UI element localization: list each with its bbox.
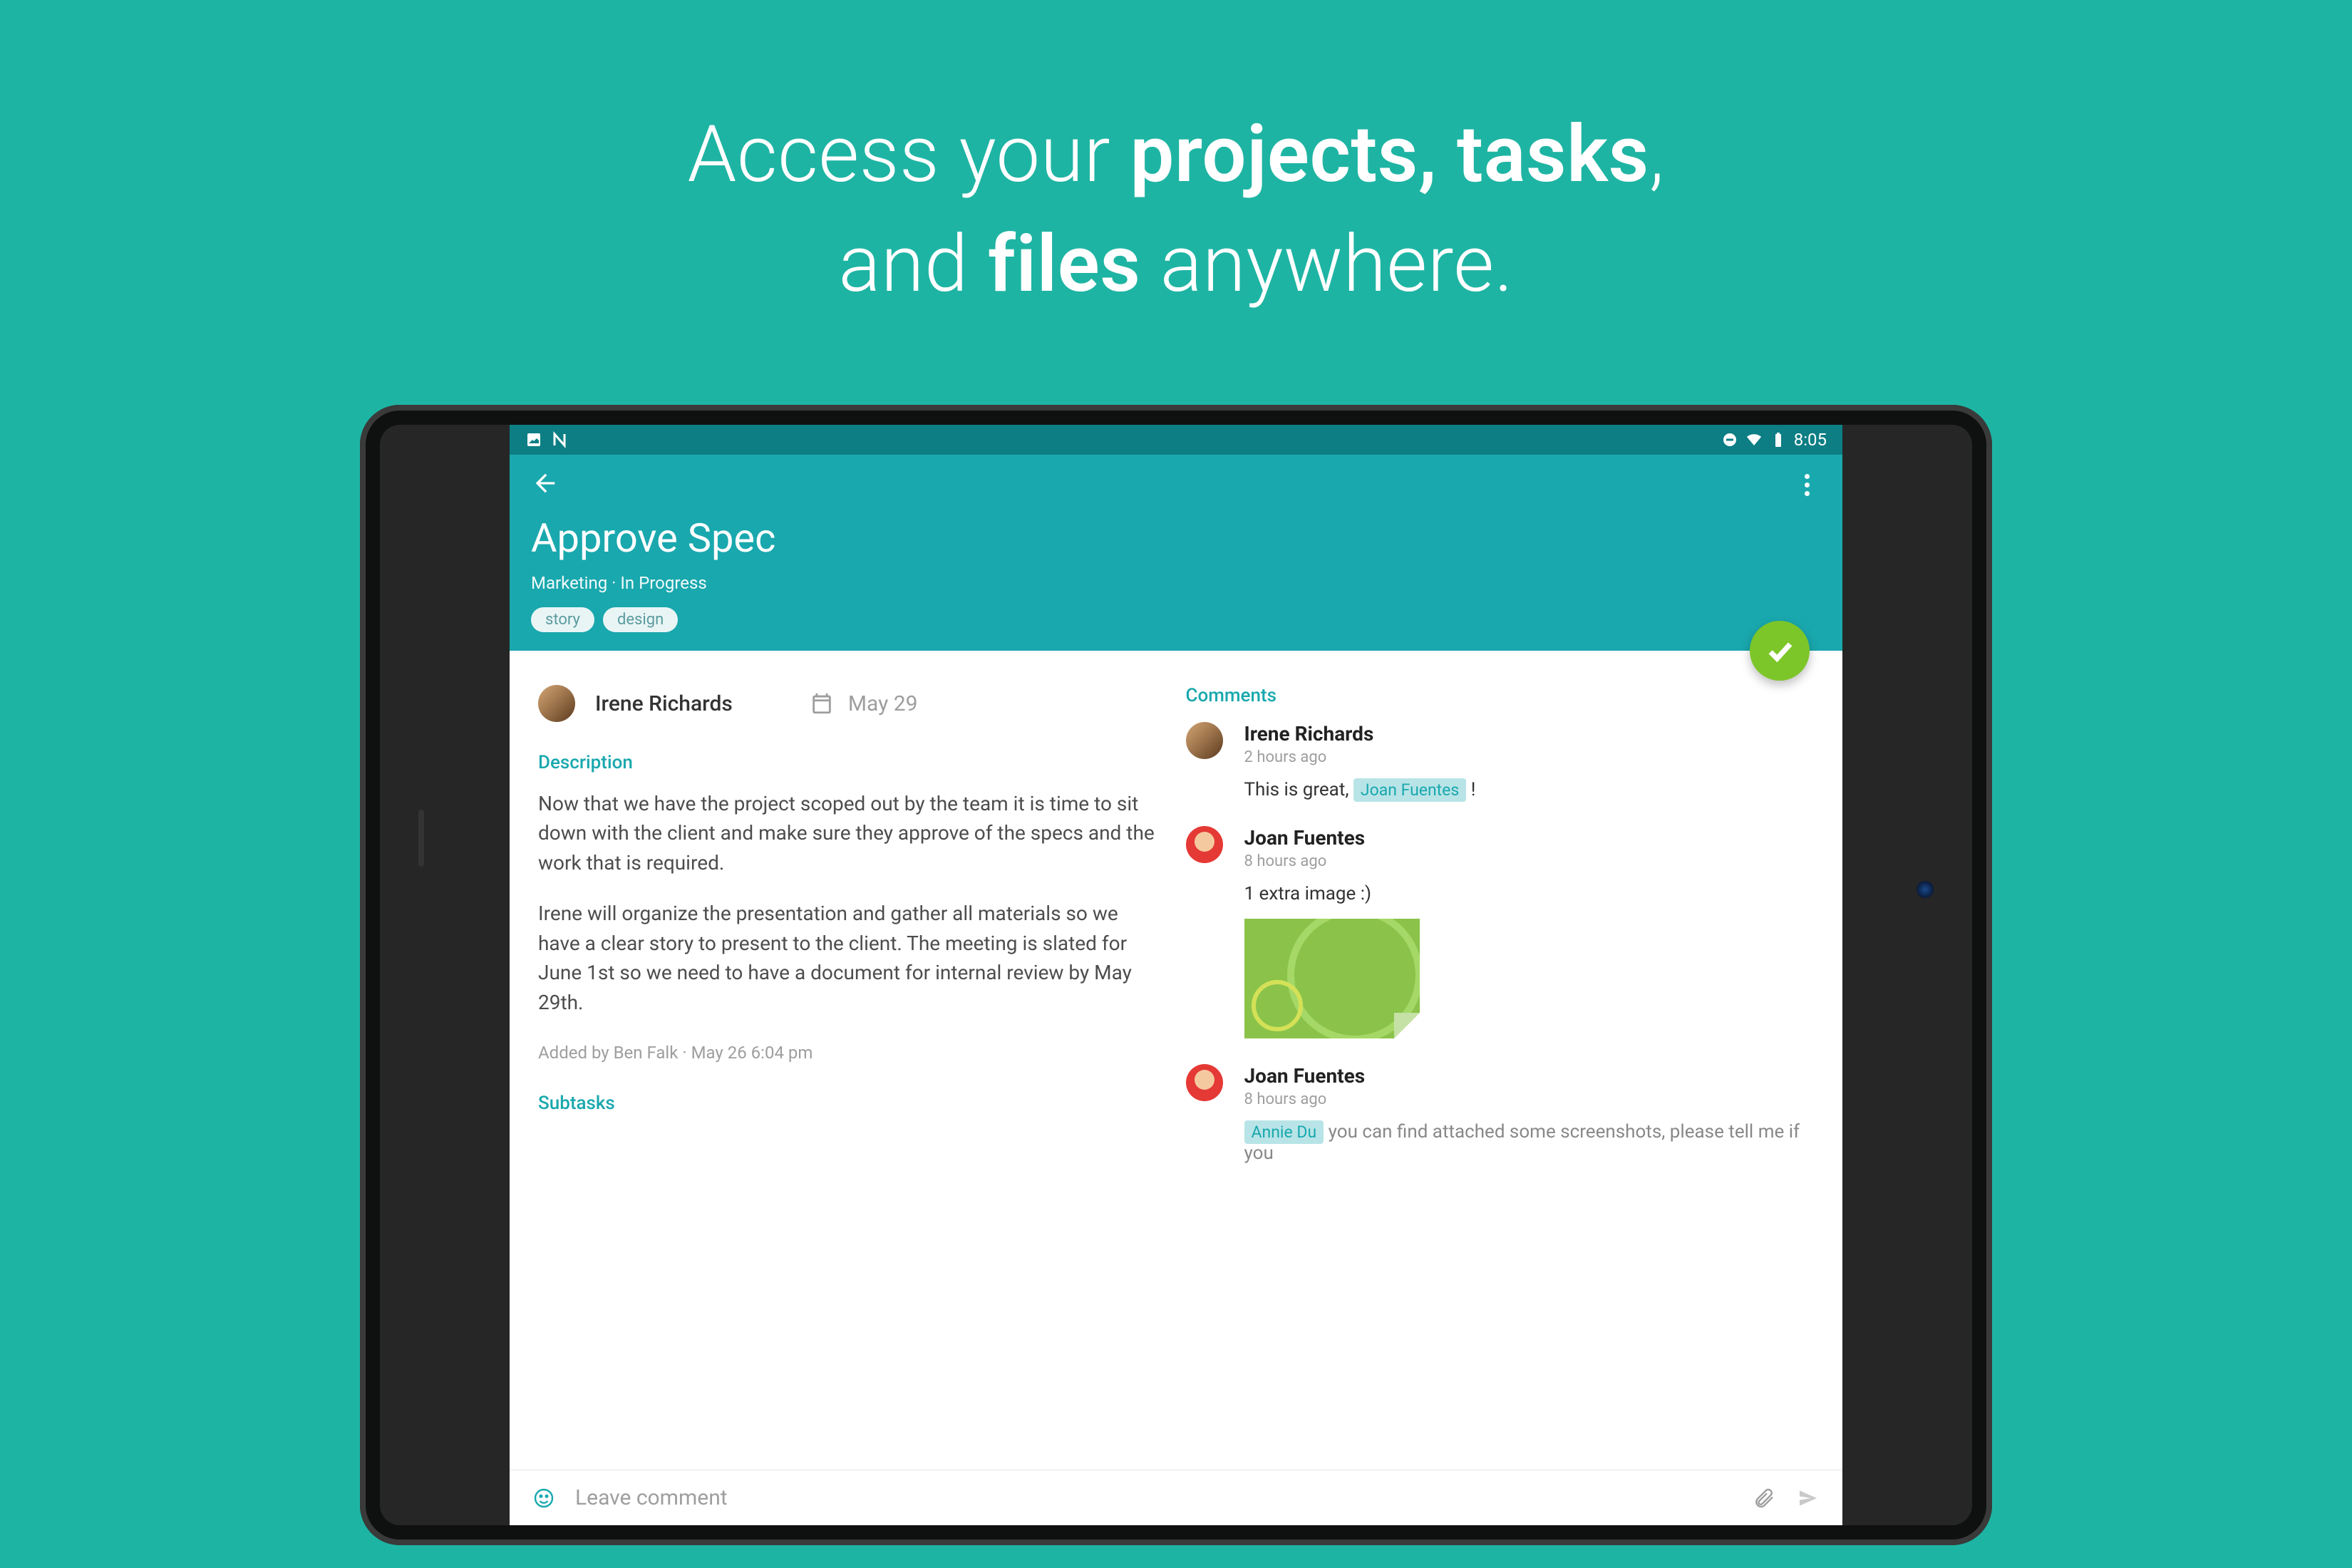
comment-author: Irene Richards bbox=[1244, 722, 1809, 746]
promo-headline: Access your projects, tasks, and files a… bbox=[688, 100, 1665, 319]
comment: Irene Richards 2 hours ago This is great… bbox=[1186, 722, 1809, 800]
comment-author: Joan Fuentes bbox=[1244, 826, 1809, 850]
comment-author: Joan Fuentes bbox=[1244, 1064, 1809, 1088]
added-by-text: Added by Ben Falk · May 26 6:04 pm bbox=[538, 1043, 1161, 1063]
comment-time: 8 hours ago bbox=[1244, 852, 1809, 870]
clock-time: 8:05 bbox=[1794, 430, 1827, 450]
comment: Joan Fuentes 8 hours ago 1 extra image :… bbox=[1186, 826, 1809, 1038]
comment-input[interactable]: Leave comment bbox=[575, 1485, 1733, 1510]
app-screen: 8:05 Approve Spec Marketing · In Prog bbox=[510, 425, 1842, 1525]
comment-text: Annie Du you can find attached some scre… bbox=[1244, 1121, 1809, 1164]
comment-composer: Leave comment bbox=[510, 1470, 1842, 1525]
image-icon bbox=[525, 431, 542, 448]
n-icon bbox=[551, 431, 568, 448]
emoji-icon[interactable] bbox=[531, 1485, 557, 1511]
wifi-icon bbox=[1745, 431, 1763, 448]
battery-icon bbox=[1770, 431, 1787, 448]
send-icon[interactable] bbox=[1795, 1485, 1821, 1511]
back-button[interactable] bbox=[531, 469, 559, 500]
task-title: Approve Spec bbox=[531, 515, 1821, 562]
complete-task-fab[interactable] bbox=[1750, 621, 1810, 681]
comment-avatar[interactable] bbox=[1186, 826, 1223, 863]
comment: Joan Fuentes 8 hours ago Annie Du you ca… bbox=[1186, 1064, 1809, 1164]
user-mention[interactable]: Annie Du bbox=[1244, 1120, 1324, 1144]
tablet-frame: 8:05 Approve Spec Marketing · In Prog bbox=[360, 405, 1992, 1545]
due-date[interactable]: May 29 bbox=[810, 691, 918, 716]
description-label: Description bbox=[538, 752, 1161, 773]
dnd-icon bbox=[1721, 431, 1738, 448]
user-mention[interactable]: Joan Fuentes bbox=[1353, 778, 1466, 802]
android-statusbar: 8:05 bbox=[510, 425, 1842, 455]
tablet-speaker bbox=[418, 810, 424, 867]
calendar-icon bbox=[810, 691, 834, 716]
tag-design[interactable]: design bbox=[603, 607, 678, 632]
assignee-name[interactable]: Irene Richards bbox=[595, 691, 733, 716]
assignee-avatar[interactable] bbox=[538, 685, 575, 722]
comment-time: 2 hours ago bbox=[1244, 748, 1809, 766]
more-menu-button[interactable] bbox=[1793, 474, 1821, 496]
comment-text: This is great, Joan Fuentes ! bbox=[1244, 779, 1809, 800]
subtasks-label: Subtasks bbox=[538, 1093, 1161, 1114]
tablet-camera bbox=[1917, 881, 1934, 898]
comment-text: 1 extra image :) bbox=[1244, 883, 1809, 904]
due-date-text: May 29 bbox=[848, 691, 918, 716]
comment-attachment-image[interactable] bbox=[1244, 919, 1420, 1038]
task-subtitle: Marketing · In Progress bbox=[531, 573, 1821, 593]
attach-icon[interactable] bbox=[1751, 1485, 1777, 1511]
tag-list: story design bbox=[531, 607, 1821, 632]
comments-label: Comments bbox=[1186, 685, 1809, 706]
comment-time: 8 hours ago bbox=[1244, 1090, 1809, 1108]
tag-story[interactable]: story bbox=[531, 607, 594, 632]
app-bar: Approve Spec Marketing · In Progress sto… bbox=[510, 455, 1842, 651]
task-description[interactable]: Now that we have the project scoped out … bbox=[538, 789, 1161, 1017]
comment-avatar[interactable] bbox=[1186, 722, 1223, 759]
comment-avatar[interactable] bbox=[1186, 1064, 1223, 1101]
